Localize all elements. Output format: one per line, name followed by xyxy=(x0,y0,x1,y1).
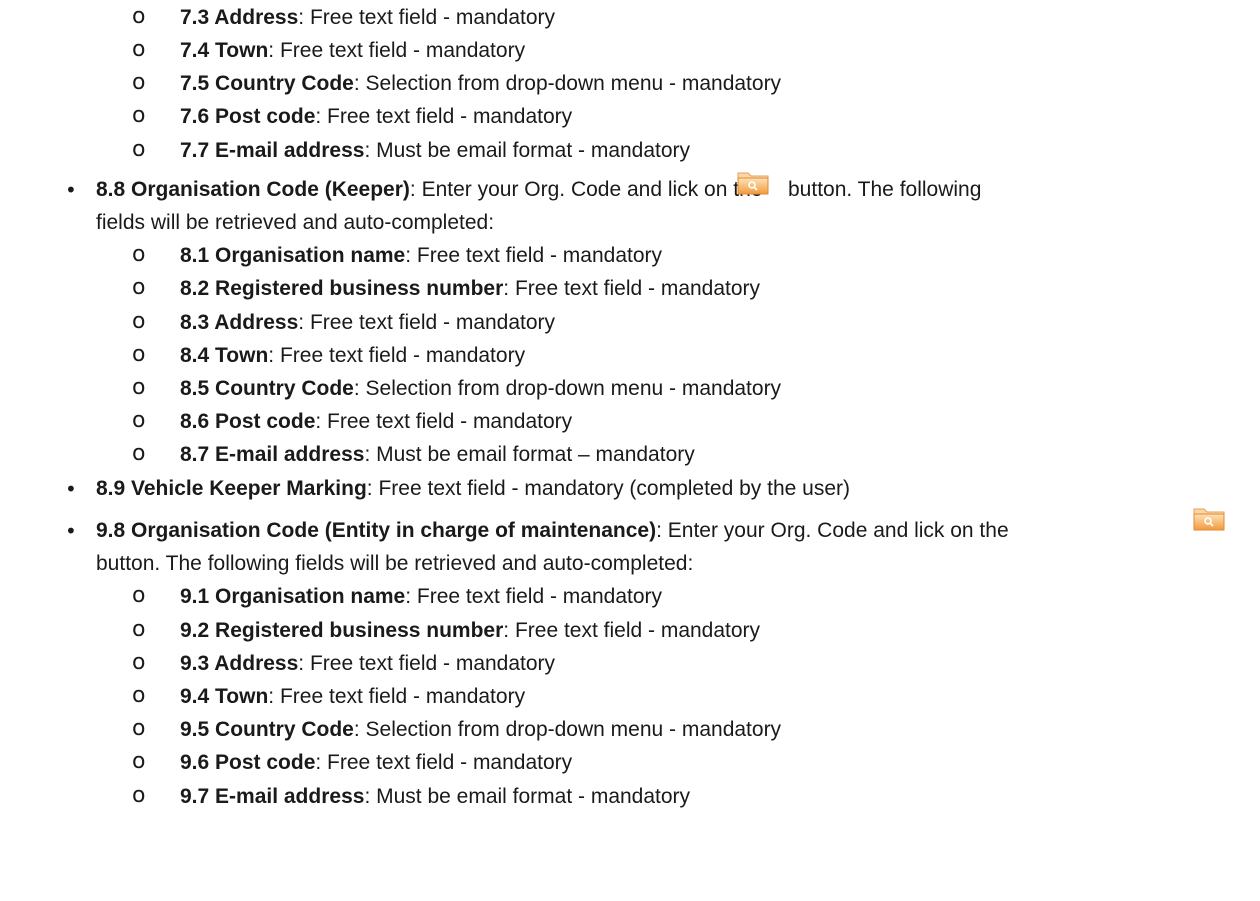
sub-bullet: o xyxy=(132,783,146,808)
field-description: : Free text field - mandatory xyxy=(503,619,761,642)
field-description: : Free text field - mandatory xyxy=(298,311,556,334)
bullet: • xyxy=(65,477,77,501)
field-description: : Selection from drop-down menu - mandat… xyxy=(353,718,782,741)
field-label: 8.2 Registered business number xyxy=(180,277,504,300)
field-description: : Free text field - mandatory xyxy=(315,751,573,774)
field-description: : Free text field - mandatory xyxy=(298,652,556,675)
field-description: : Must be email format - mandatory xyxy=(364,785,691,808)
field-description: : Must be email format – mandatory xyxy=(364,443,695,466)
sub-bullet: o xyxy=(132,441,146,466)
field-description: : Enter your Org. Code and lick on the xyxy=(656,519,1009,542)
sub-bullet: o xyxy=(132,70,146,95)
field-label: 7.3 Address xyxy=(180,6,299,29)
field-description: button. The following xyxy=(788,178,982,201)
folder-search-icon xyxy=(1192,504,1226,532)
field-label: 9.4 Town xyxy=(180,685,269,708)
sub-bullet: o xyxy=(132,683,146,708)
field-label: 8.8 Organisation Code (Keeper) xyxy=(96,178,410,201)
sub-bullet: o xyxy=(132,617,146,642)
field-description: : Free text field - mandatory xyxy=(268,685,526,708)
field-description: : Selection from drop-down menu - mandat… xyxy=(353,377,782,400)
field-label: 8.3 Address xyxy=(180,311,299,334)
sub-bullet: o xyxy=(132,583,146,608)
field-label: 8.1 Organisation name xyxy=(180,244,406,267)
sub-bullet: o xyxy=(132,309,146,334)
field-label: 8.7 E-mail address xyxy=(180,443,365,466)
field-label: 7.5 Country Code xyxy=(180,72,354,95)
bullet: • xyxy=(65,519,77,543)
sub-bullet: o xyxy=(132,103,146,128)
sub-bullet: o xyxy=(132,716,146,741)
field-description: : Free text field - mandatory xyxy=(405,585,663,608)
sub-bullet: o xyxy=(132,37,146,62)
field-label: 9.6 Post code xyxy=(180,751,316,774)
sub-bullet: o xyxy=(132,4,146,29)
field-description: : Must be email format - mandatory xyxy=(364,139,691,162)
field-label: 7.6 Post code xyxy=(180,105,316,128)
field-label: 7.7 E-mail address xyxy=(180,139,365,162)
continuation-text: fields will be retrieved and auto-comple… xyxy=(96,211,495,234)
continuation-text: button. The following fields will be ret… xyxy=(96,552,694,575)
field-description: : Free text field - mandatory xyxy=(405,244,663,267)
field-label: 8.6 Post code xyxy=(180,410,316,433)
sub-bullet: o xyxy=(132,749,146,774)
folder-search-icon xyxy=(736,168,770,196)
field-description: : Selection from drop-down menu - mandat… xyxy=(353,72,782,95)
document-page: o 7.3 Address: Free text field - mandato… xyxy=(0,0,1260,901)
sub-bullet: o xyxy=(132,408,146,433)
sub-bullet: o xyxy=(132,650,146,675)
field-description: : Free text field - mandatory xyxy=(315,410,573,433)
field-label: 9.3 Address xyxy=(180,652,299,675)
field-label: 8.9 Vehicle Keeper Marking xyxy=(96,477,367,500)
sub-bullet: o xyxy=(132,375,146,400)
field-label: 7.4 Town xyxy=(180,39,269,62)
field-description: : Free text field - mandatory (completed… xyxy=(366,477,851,500)
sub-bullet: o xyxy=(132,342,146,367)
sub-bullet: o xyxy=(132,137,146,162)
field-label: 9.2 Registered business number xyxy=(180,619,504,642)
field-label: 9.5 Country Code xyxy=(180,718,354,741)
sub-bullet: o xyxy=(132,275,146,300)
field-description: : Free text field - mandatory xyxy=(503,277,761,300)
bullet: • xyxy=(65,178,77,202)
field-description: : Free text field - mandatory xyxy=(268,39,526,62)
sub-bullet: o xyxy=(132,242,146,267)
field-description: : Enter your Org. Code and lick on the xyxy=(409,178,763,201)
field-label: 9.7 E-mail address xyxy=(180,785,365,808)
field-description: : Free text field - mandatory xyxy=(298,6,556,29)
field-description: : Free text field - mandatory xyxy=(315,105,573,128)
field-label: 9.8 Organisation Code (Entity in charge … xyxy=(96,519,657,542)
field-label: 8.5 Country Code xyxy=(180,377,354,400)
field-label: 8.4 Town xyxy=(180,344,269,367)
field-description: : Free text field - mandatory xyxy=(268,344,526,367)
field-label: 9.1 Organisation name xyxy=(180,585,406,608)
